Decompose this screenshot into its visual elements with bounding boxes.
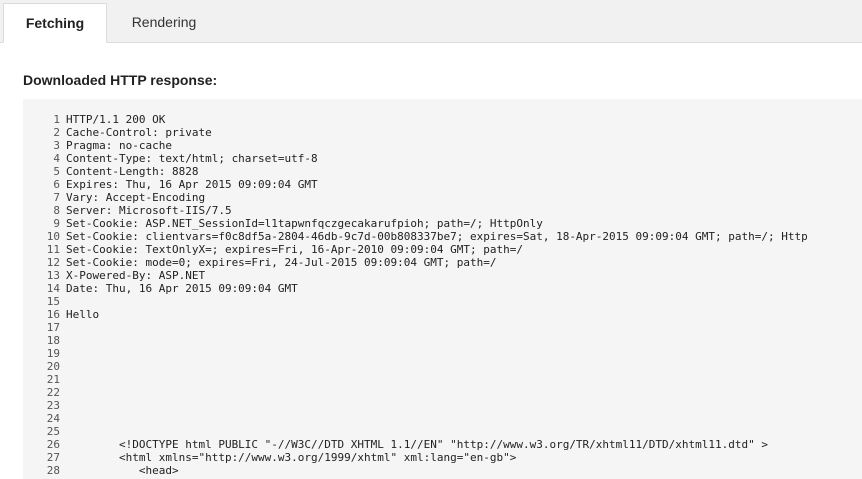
code-line: 10 Set-Cookie: clientvars=f0c8df5a-2804-4… — [23, 230, 808, 243]
code-line: 26 <!DOCTYPE html PUBLIC "-//W3C//DTD XH… — [23, 438, 808, 451]
line-number: 13 — [46, 269, 60, 282]
code-line: 4 Content-Type: text/html; charset=utf-8 — [23, 152, 808, 165]
line-text: Content-Type: text/html; charset=utf-8 — [66, 152, 318, 165]
code-line: 7 Vary: Accept-Encoding — [23, 191, 808, 204]
line-text: <html xmlns="http://www.w3.org/1999/xhtm… — [66, 451, 517, 464]
line-text: <!DOCTYPE html PUBLIC "-//W3C//DTD XHTML… — [66, 438, 768, 451]
line-number: 7 — [53, 191, 60, 204]
line-text: Set-Cookie: ASP.NET_SessionId=l1tapwnfqc… — [66, 217, 543, 230]
line-text: Vary: Accept-Encoding — [66, 191, 206, 204]
code-line: 5 Content-Length: 8828 — [23, 165, 808, 178]
line-number: 26 — [46, 438, 60, 451]
line-text: Date: Thu, 16 Apr 2015 09:09:04 GMT — [66, 282, 298, 295]
code-line: 18 — [23, 334, 808, 347]
code-line: 12 Set-Cookie: mode=0; expires=Fri, 24-Ju… — [23, 256, 808, 269]
code-line: 15 — [23, 295, 808, 308]
code-line: 24 — [23, 412, 808, 425]
http-response-panel[interactable]: 1 HTTP/1.1 200 OK 2 Cache-Control: private 3… — [23, 99, 862, 479]
code-line: 8 Server: Microsoft-IIS/7.5 — [23, 204, 808, 217]
line-number: 14 — [46, 282, 60, 295]
line-number: 9 — [53, 217, 60, 230]
line-number: 22 — [46, 386, 60, 399]
line-text: HTTP/1.1 200 OK — [66, 113, 166, 126]
line-number: 20 — [46, 360, 60, 373]
code-line: 3 Pragma: no-cache — [23, 139, 808, 152]
line-text: Pragma: no-cache — [66, 139, 172, 152]
line-number: 17 — [46, 321, 60, 334]
line-number: 15 — [46, 295, 60, 308]
line-number: 11 — [46, 243, 60, 256]
line-text: X-Powered-By: ASP.NET — [66, 269, 206, 282]
line-number: 5 — [53, 165, 60, 178]
line-number: 1 — [53, 113, 60, 126]
line-number: 10 — [46, 230, 60, 243]
line-text: <head> — [66, 464, 179, 477]
tab-rendering[interactable]: Rendering — [107, 3, 221, 43]
code-line: 9 Set-Cookie: ASP.NET_SessionId=l1tapwnfq… — [23, 217, 808, 230]
line-number: 19 — [46, 347, 60, 360]
line-number: 18 — [46, 334, 60, 347]
line-number: 8 — [53, 204, 60, 217]
line-number: 24 — [46, 412, 60, 425]
line-number: 16 — [46, 308, 60, 321]
line-text: Set-Cookie: clientvars=f0c8df5a-2804-46d… — [66, 230, 808, 243]
code-line: 6 Expires: Thu, 16 Apr 2015 09:09:04 GMT — [23, 178, 808, 191]
code-line: 14 Date: Thu, 16 Apr 2015 09:09:04 GMT — [23, 282, 808, 295]
code-line: 17 — [23, 321, 808, 334]
line-number: 28 — [46, 464, 60, 477]
line-number: 21 — [46, 373, 60, 386]
line-number: 23 — [46, 399, 60, 412]
code-line: 2 Cache-Control: private — [23, 126, 808, 139]
line-text: Cache-Control: private — [66, 126, 212, 139]
line-number: 6 — [53, 178, 60, 191]
line-text: Expires: Thu, 16 Apr 2015 09:09:04 GMT — [66, 178, 318, 191]
line-number: 4 — [53, 152, 60, 165]
code-line: 22 — [23, 386, 808, 399]
code-line: 25 — [23, 425, 808, 438]
code-listing: 1 HTTP/1.1 200 OK 2 Cache-Control: private 3… — [23, 113, 808, 477]
code-line: 23 — [23, 399, 808, 412]
line-number: 12 — [46, 256, 60, 269]
line-number: 25 — [46, 425, 60, 438]
line-number: 3 — [53, 139, 60, 152]
line-number: 2 — [53, 126, 60, 139]
code-line: 21 — [23, 373, 808, 386]
line-text: Server: Microsoft-IIS/7.5 — [66, 204, 232, 217]
line-text: Set-Cookie: mode=0; expires=Fri, 24-Jul-… — [66, 256, 497, 269]
code-line: 20 — [23, 360, 808, 373]
line-text: Content-Length: 8828 — [66, 165, 199, 178]
line-text: Set-Cookie: TextOnlyX=; expires=Fri, 16-… — [66, 243, 523, 256]
code-line: 28 <head> — [23, 464, 808, 477]
line-number: 27 — [46, 451, 60, 464]
tab-bar: Fetching Rendering — [0, 0, 862, 43]
section-title: Downloaded HTTP response: — [23, 72, 218, 88]
tab-fetching[interactable]: Fetching — [3, 3, 107, 43]
code-line: 11 Set-Cookie: TextOnlyX=; expires=Fri, 1… — [23, 243, 808, 256]
code-line: 13 X-Powered-By: ASP.NET — [23, 269, 808, 282]
code-line: 1 HTTP/1.1 200 OK — [23, 113, 808, 126]
code-line: 27 <html xmlns="http://www.w3.org/1999/x… — [23, 451, 808, 464]
code-line: 16 Hello — [23, 308, 808, 321]
code-line: 19 — [23, 347, 808, 360]
line-text: Hello — [66, 308, 100, 321]
